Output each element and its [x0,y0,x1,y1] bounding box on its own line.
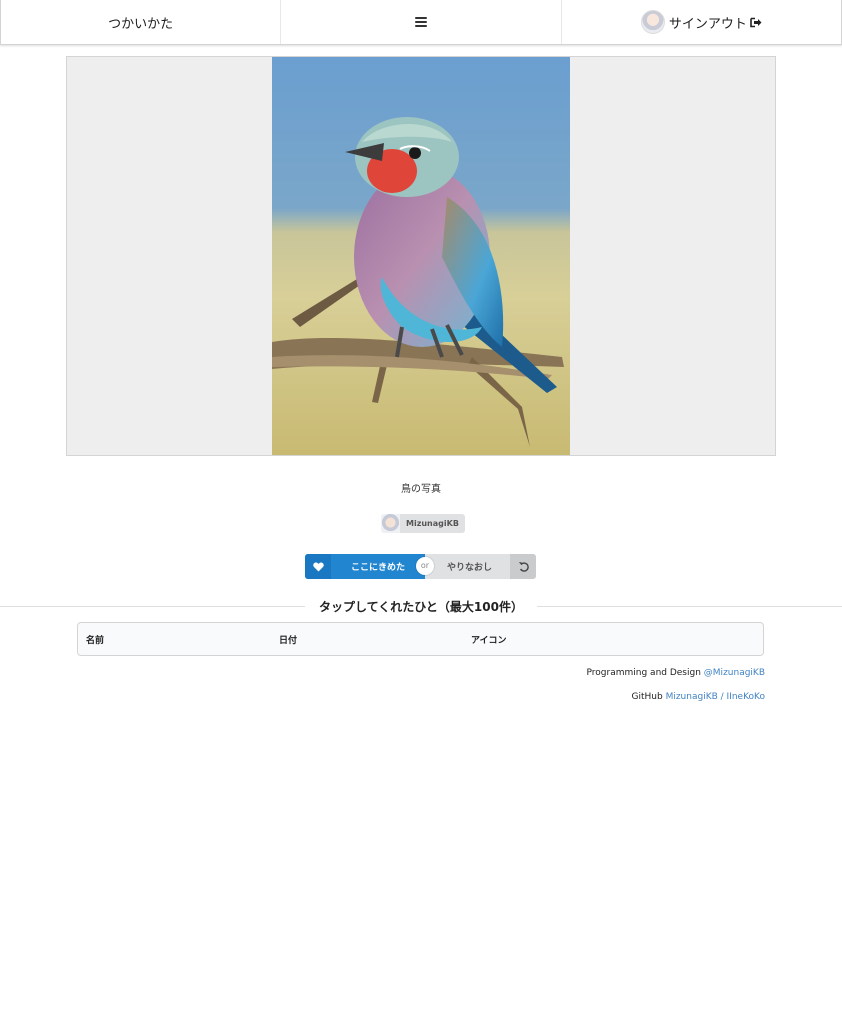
tappers-table: 名前 日付 アイコン [77,622,764,656]
column-header-name: 名前 [86,635,105,646]
howto-label: つかいかた [108,16,174,32]
github-link[interactable]: MizunagiKB / IIneKoKo [666,692,765,702]
github-prefix: GitHub [631,692,663,702]
footer-credit: Programming and Design @MizunagiKB [587,668,765,678]
redo-button[interactable]: やりなおし [425,554,536,579]
credit-prefix: Programming and Design [586,668,701,678]
author-avatar [381,514,400,533]
signout-menu-item[interactable]: サインアウト [562,0,841,44]
credit-link[interactable]: @MizunagiKB [704,668,765,678]
section-divider: タップしてくれたひと（最大100件） [0,596,842,616]
howto-menu-item[interactable]: つかいかた [1,0,282,44]
footer-github: GitHub MizunagiKB / IIneKoKo [631,692,765,702]
undo-icon [510,554,536,579]
column-header-icon: アイコン [471,635,507,646]
section-title: タップしてくれたひと（最大100件） [319,599,523,614]
heart-icon [305,554,331,579]
signout-label: サインアウト [668,16,747,32]
top-menu: つかいかた サインアウト [0,0,842,45]
author-name: MizunagiKB [400,514,465,533]
photo-frame [66,56,776,456]
sign-out-icon [750,17,762,28]
redo-button-label: やりなおし [446,563,492,573]
menu-toggle-button[interactable] [281,0,562,44]
like-button-label: ここにきめた [350,563,405,573]
or-label: or [416,557,434,575]
column-header-date: 日付 [279,635,298,646]
bird-photo[interactable] [272,57,570,455]
action-button-group: ここにきめた or やりなおし [305,554,536,579]
author-label[interactable]: MizunagiKB [381,514,465,533]
photo-caption: 鳥の写真 [401,484,441,495]
hamburger-icon [414,17,427,27]
like-button[interactable]: ここにきめた [305,554,425,579]
user-avatar [640,10,665,34]
